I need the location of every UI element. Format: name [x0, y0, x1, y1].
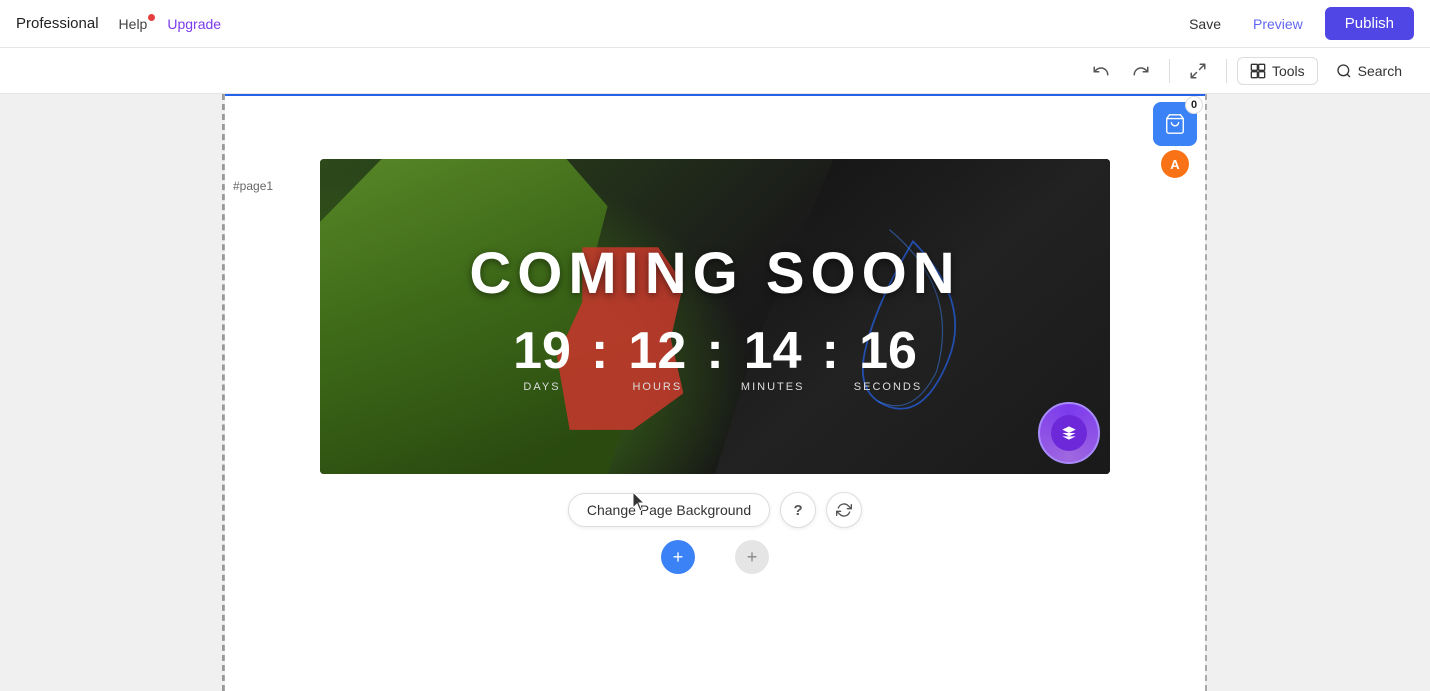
- sep-2: :: [702, 325, 727, 377]
- add-element-button[interactable]: +: [735, 540, 769, 574]
- publish-button[interactable]: Publish: [1325, 7, 1414, 40]
- banner-title: COMING SOON: [469, 240, 960, 307]
- fit-screen-button[interactable]: [1180, 53, 1216, 89]
- banner-text-overlay: COMING SOON 19 DAYS : 12 HOURS : 14 MINU…: [320, 159, 1110, 474]
- minutes-unit: 14 MINUTES: [728, 325, 818, 393]
- banner-badge: [1038, 402, 1100, 464]
- days-value: 19: [513, 325, 571, 377]
- history-controls: [1083, 53, 1159, 89]
- preview-button[interactable]: Preview: [1243, 10, 1313, 38]
- cart-bag[interactable]: 0: [1153, 102, 1197, 146]
- seconds-unit: 16 SECONDS: [843, 325, 933, 393]
- tools-button[interactable]: Tools: [1237, 57, 1318, 85]
- minutes-label: MINUTES: [741, 381, 805, 393]
- sep-1: :: [587, 325, 612, 377]
- days-unit: 19 DAYS: [497, 325, 587, 393]
- canvas-area: #page1 0 A: [0, 94, 1430, 691]
- hours-label: HOURS: [632, 381, 682, 393]
- nav-left: Professional Help Upgrade: [16, 15, 221, 32]
- page-label: #page1: [233, 179, 273, 193]
- refresh-icon: [836, 502, 852, 518]
- coming-soon-banner[interactable]: COMING SOON 19 DAYS : 12 HOURS : 14 MINU…: [320, 159, 1110, 474]
- gutter-left: [0, 94, 225, 691]
- nav-right: Save Preview Publish: [1179, 7, 1414, 40]
- undo-button[interactable]: [1083, 53, 1119, 89]
- upgrade-link[interactable]: Upgrade: [167, 16, 221, 32]
- notification-dot: [148, 14, 155, 21]
- badge-inner: [1051, 415, 1087, 451]
- main-content[interactable]: #page1 0 A: [225, 94, 1205, 691]
- user-avatar[interactable]: A: [1161, 150, 1189, 178]
- brand-label: Professional: [16, 15, 99, 32]
- seconds-value: 16: [859, 325, 917, 377]
- divider-2: [1226, 59, 1227, 83]
- minutes-value: 14: [744, 325, 802, 377]
- search-button[interactable]: Search: [1324, 58, 1414, 84]
- refresh-icon-button[interactable]: [826, 492, 862, 528]
- sep-3: :: [818, 325, 843, 377]
- redo-button[interactable]: [1123, 53, 1159, 89]
- help-icon-button[interactable]: ?: [780, 492, 816, 528]
- help-menu[interactable]: Help: [119, 16, 148, 32]
- cart-count: 0: [1185, 96, 1203, 114]
- countdown-row: 19 DAYS : 12 HOURS : 14 MINUTES :: [497, 325, 933, 393]
- top-nav: Professional Help Upgrade Save Preview P…: [0, 0, 1430, 48]
- gutter-right: [1205, 94, 1430, 691]
- save-button[interactable]: Save: [1179, 10, 1231, 38]
- shop-cart-widget: 0 A: [1153, 102, 1197, 178]
- seconds-label: SECONDS: [854, 381, 922, 393]
- hours-value: 12: [628, 325, 686, 377]
- search-label: Search: [1358, 63, 1402, 79]
- add-section-button[interactable]: +: [661, 540, 695, 574]
- tools-label: Tools: [1272, 63, 1305, 79]
- days-label: DAYS: [523, 381, 560, 393]
- editor-toolbar: Tools Search: [0, 48, 1430, 94]
- question-icon: ?: [794, 502, 803, 519]
- divider-1: [1169, 59, 1170, 83]
- selection-line: [225, 94, 1205, 96]
- bottom-add-row: + +: [225, 540, 1205, 574]
- bottom-toolbar: Change Page Background ?: [225, 492, 1205, 528]
- change-bg-button[interactable]: Change Page Background: [568, 493, 770, 527]
- hours-unit: 12 HOURS: [612, 325, 702, 393]
